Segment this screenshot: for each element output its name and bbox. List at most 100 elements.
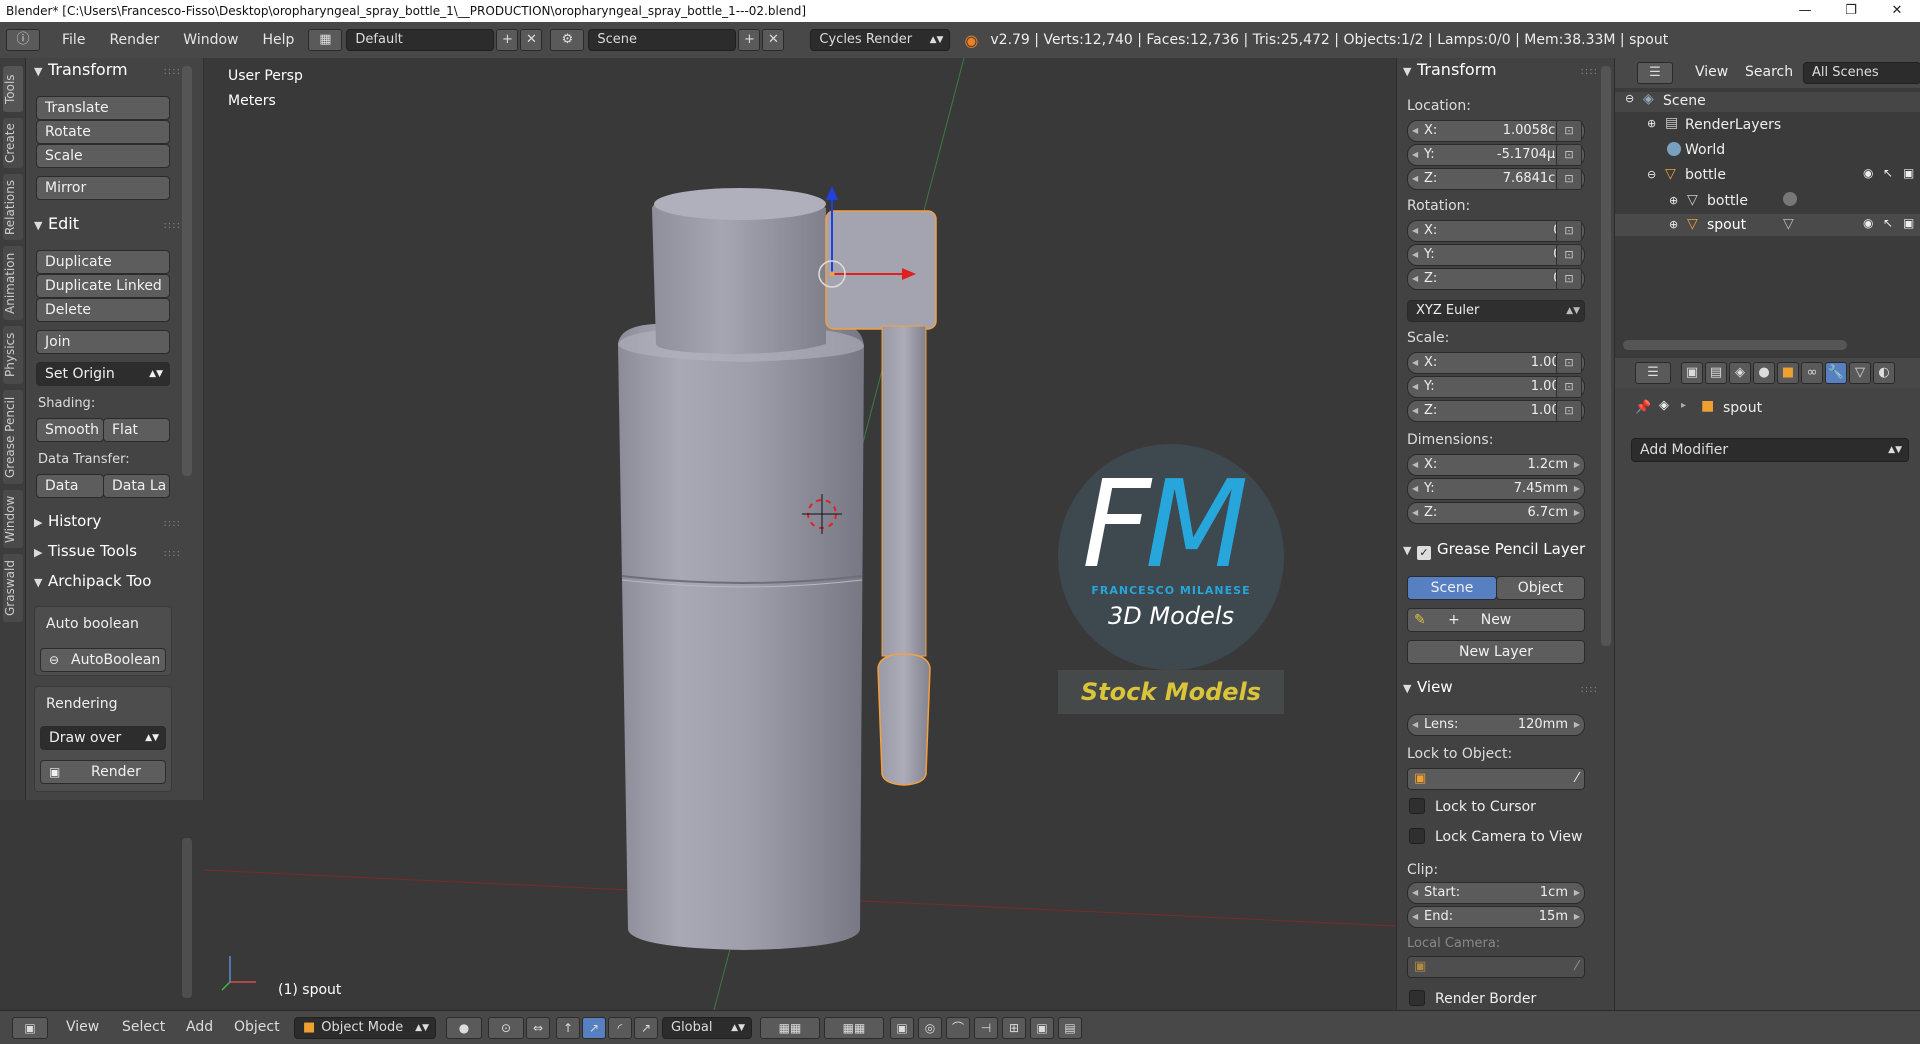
eyedropper-icon[interactable]: ⁄ [1576, 769, 1578, 789]
clip-start-field[interactable]: ◀ Start: 1cm ▶ [1407, 882, 1585, 904]
dimensions-y-field[interactable]: ◀ Y: 7.45mm ▶ [1407, 478, 1585, 500]
lock-to-cursor-checkbox[interactable] [1409, 798, 1425, 814]
render-border-checkbox[interactable] [1409, 990, 1425, 1006]
modifiers-tab-icon[interactable]: 🔧 [1825, 362, 1847, 384]
outliner-item-world[interactable]: World [1685, 142, 1725, 158]
layers-grid-icon-2[interactable]: ▦▦ [824, 1017, 884, 1039]
outliner-filter-dropdown[interactable]: All Scenes [1803, 62, 1920, 84]
editor-type-info-icon[interactable]: ⓘ [6, 29, 40, 51]
flat-button[interactable]: Flat [103, 418, 170, 442]
menu-render[interactable]: Render [97, 32, 171, 48]
gp-object-button[interactable]: Object [1496, 576, 1585, 600]
menu-view[interactable]: View [66, 1019, 99, 1035]
scene-tab-icon[interactable]: ◈ [1729, 362, 1751, 384]
dimensions-x-field[interactable]: ◀ X: 1.2cm ▶ [1407, 454, 1585, 476]
duplicate-linked-button[interactable]: Duplicate Linked [36, 274, 170, 298]
gp-scene-button[interactable]: Scene [1407, 576, 1497, 600]
selectable-cursor-icon[interactable]: ↖ [1883, 216, 1893, 230]
selectable-cursor-icon[interactable]: ↖ [1883, 166, 1893, 180]
archipack-section-header[interactable]: ▼ Archipack Too [34, 572, 182, 590]
layers-grid-icon[interactable]: ▦▦ [760, 1017, 820, 1039]
drag-grip-icon[interactable]: :::: [1581, 684, 1598, 695]
spout-tube[interactable] [881, 325, 927, 657]
scale-button[interactable]: Scale [36, 144, 170, 168]
transform-section-header[interactable]: ▼ Transform [34, 60, 128, 79]
outliner-menu-view[interactable]: View [1695, 64, 1728, 80]
collapse-icon[interactable]: ⊖ [1625, 92, 1634, 105]
render-camera-icon[interactable]: ▣ [1903, 216, 1914, 230]
lock-rotation-z-icon[interactable]: ⊡ [1556, 268, 1582, 290]
minimize-button[interactable]: — [1782, 0, 1828, 22]
data-layout-button[interactable]: Data La [103, 474, 170, 498]
history-section-header[interactable]: ▶ History [34, 512, 101, 530]
translate-button[interactable]: Translate [36, 96, 170, 120]
lock-scale-z-icon[interactable]: ⊡ [1556, 400, 1582, 422]
lock-camera-to-view-checkbox[interactable] [1409, 828, 1425, 844]
constraints-tab-icon[interactable]: ∞ [1801, 362, 1823, 384]
grease-pencil-panel-header[interactable]: ▼ ✓ Grease Pencil Layer [1403, 540, 1585, 560]
add-scene-icon[interactable]: + [738, 29, 761, 51]
tab-window[interactable]: Window [3, 490, 23, 548]
render-button[interactable]: ▣ Render [40, 760, 166, 784]
data-tab-icon[interactable]: ▽ [1849, 362, 1871, 384]
tab-relations[interactable]: Relations [3, 174, 23, 240]
checkbox-checked-icon[interactable]: ✓ [1417, 546, 1431, 560]
join-button[interactable]: Join [36, 330, 170, 354]
tab-graswald[interactable]: Graswald [3, 554, 23, 622]
snap-element-icon[interactable]: ⊣ [974, 1017, 998, 1039]
render-layers-tab-icon[interactable]: ▤ [1705, 362, 1727, 384]
auto-boolean-button[interactable]: ⊖ AutoBoolean [40, 648, 166, 672]
tissue-tools-section-header[interactable]: ▶ Tissue Tools [34, 542, 137, 560]
layer-lock-icon[interactable]: ▣ [890, 1017, 914, 1039]
menu-select[interactable]: Select [122, 1019, 165, 1035]
close-button[interactable]: ✕ [1874, 0, 1920, 22]
dimensions-z-field[interactable]: ◀ Z: 6.7cm ▶ [1407, 502, 1585, 524]
opengl-anim-icon[interactable]: ▤ [1058, 1017, 1082, 1039]
tab-create[interactable]: Create [3, 118, 23, 168]
tool-shelf-scrollbar[interactable] [182, 66, 192, 476]
add-screen-icon[interactable]: + [496, 29, 519, 51]
remove-scene-icon[interactable]: ✕ [762, 29, 785, 51]
menu-help[interactable]: Help [250, 32, 306, 48]
viewport-shading-icon[interactable]: ● [446, 1017, 482, 1039]
outliner-hscrollbar[interactable] [1623, 340, 1847, 350]
tab-tools[interactable]: Tools [3, 66, 23, 112]
outliner-item-spout[interactable]: spout [1707, 217, 1746, 233]
maximize-button[interactable]: ❐ [1828, 0, 1874, 22]
menu-object[interactable]: Object [234, 1019, 280, 1035]
menu-file[interactable]: File [50, 32, 97, 48]
clip-end-field[interactable]: ◀ End: 15m ▶ [1407, 906, 1585, 928]
editor-type-outliner-icon[interactable]: ☰ [1637, 62, 1673, 84]
outliner-menu-search[interactable]: Search [1745, 64, 1793, 80]
translate-manipulator-icon[interactable]: ↑ [556, 1017, 580, 1039]
mirror-button[interactable]: Mirror [36, 176, 170, 200]
lock-scale-x-icon[interactable]: ⊡ [1556, 352, 1582, 374]
remove-screen-icon[interactable]: ✕ [520, 29, 543, 51]
manipulator-toggle-icon[interactable]: ⇔ [526, 1017, 550, 1039]
tab-physics[interactable]: Physics [3, 326, 23, 384]
rotate-button[interactable]: Rotate [36, 120, 170, 144]
outliner-item-scene[interactable]: Scene [1663, 93, 1706, 109]
screen-layout-dropdown[interactable]: Default [346, 29, 495, 51]
lock-location-x-icon[interactable]: ⊡ [1556, 120, 1582, 142]
drag-grip-icon[interactable]: :::: [164, 220, 181, 231]
set-origin-dropdown[interactable]: Set Origin ▲▼ [36, 362, 170, 386]
editor-type-3d-view-icon[interactable]: ▣ [12, 1017, 48, 1039]
proportional-edit-icon[interactable]: ◎ [918, 1017, 942, 1039]
drag-grip-icon[interactable]: :::: [1581, 66, 1598, 77]
menu-window[interactable]: Window [171, 32, 250, 48]
render-engine-dropdown[interactable]: Cycles Render ▲▼ [810, 29, 951, 51]
snap-toggle-icon[interactable]: ⌒ [946, 1017, 970, 1039]
data-transfer-button[interactable]: Data [36, 474, 104, 498]
collapse-icon[interactable]: ⊖ [1647, 168, 1656, 181]
world-tab-icon[interactable]: ● [1753, 362, 1775, 384]
draw-over-dropdown[interactable]: Draw over ▲▼ [40, 726, 166, 750]
smooth-button[interactable]: Smooth [36, 418, 104, 442]
outliner-item-bottle[interactable]: bottle [1685, 167, 1726, 183]
expand-icon[interactable]: ⊕ [1647, 117, 1656, 130]
visibility-eye-icon[interactable]: ◉ [1863, 166, 1873, 180]
expand-icon[interactable]: ⊕ [1669, 194, 1678, 207]
add-modifier-dropdown[interactable]: Add Modifier ▲▼ [1631, 438, 1909, 462]
render-camera-icon[interactable]: ▣ [1903, 166, 1914, 180]
duplicate-button[interactable]: Duplicate [36, 250, 170, 274]
